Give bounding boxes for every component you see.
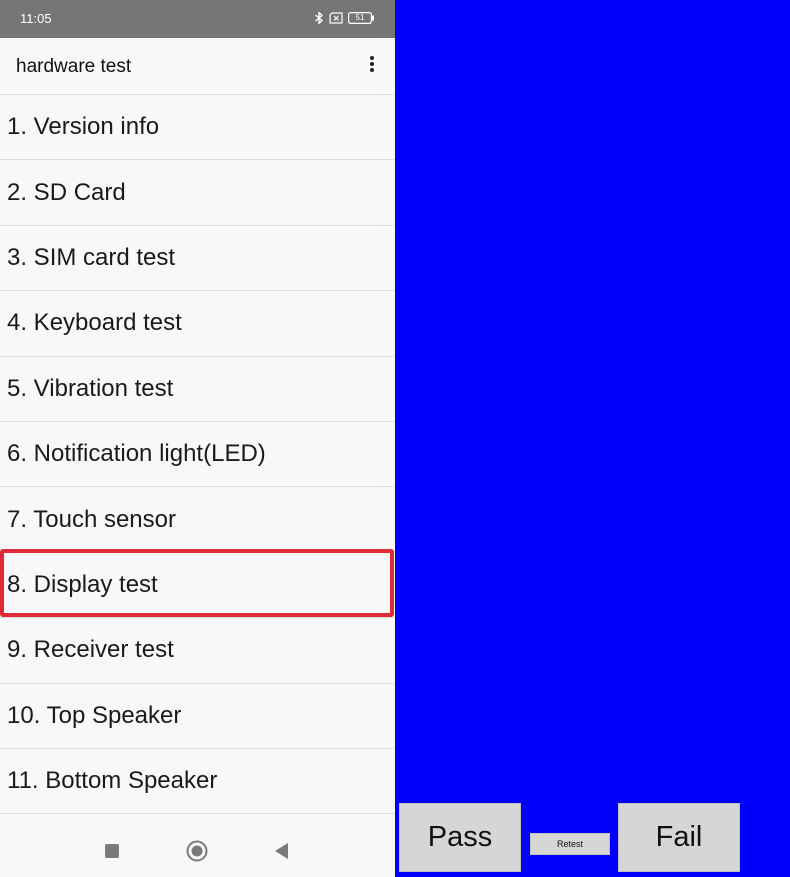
- test-item-label: 5. Vibration test: [7, 374, 174, 402]
- fail-button[interactable]: Fail: [618, 803, 740, 872]
- test-item-label: 10. Top Speaker: [7, 701, 182, 729]
- status-icons: 51: [314, 10, 375, 26]
- test-list: 1. Version info 2. SD Card 3. SIM card t…: [0, 95, 395, 815]
- test-item-touch-sensor[interactable]: 7. Touch sensor: [0, 487, 395, 553]
- overflow-menu-button[interactable]: [358, 52, 386, 80]
- test-item-notification-light[interactable]: 6. Notification light(LED): [0, 422, 395, 488]
- home-circle-icon: [186, 840, 208, 867]
- test-item-label: 7. Touch sensor: [7, 505, 176, 533]
- test-item-keyboard-test[interactable]: 4. Keyboard test: [0, 291, 395, 357]
- test-item-top-speaker[interactable]: 10. Top Speaker: [0, 684, 395, 749]
- recents-button[interactable]: [99, 840, 125, 866]
- test-item-bottom-speaker[interactable]: 11. Bottom Speaker: [0, 749, 395, 815]
- navigation-bar: [0, 828, 395, 877]
- test-item-version-info[interactable]: 1. Version info: [0, 95, 395, 161]
- test-item-sd-card[interactable]: 2. SD Card: [0, 160, 395, 226]
- display-test-highlight-box: [0, 549, 394, 617]
- no-sim-icon: [329, 12, 343, 24]
- status-time: 11:05: [20, 11, 52, 26]
- test-item-vibration-test[interactable]: 5. Vibration test: [0, 357, 395, 422]
- test-item-label: 2. SD Card: [7, 178, 126, 206]
- bluetooth-icon: [314, 11, 324, 25]
- test-item-label: 6. Notification light(LED): [7, 440, 266, 468]
- test-item-label: 11. Bottom Speaker: [7, 767, 218, 795]
- home-button[interactable]: [184, 840, 210, 866]
- battery-level: 51: [355, 13, 365, 22]
- more-vert-icon: [369, 55, 375, 78]
- back-button[interactable]: [269, 840, 295, 866]
- display-test-color-screen: Pass Retest Fail: [395, 0, 790, 877]
- back-triangle-icon: [275, 842, 289, 864]
- test-item-label: 4. Keyboard test: [7, 309, 182, 337]
- test-item-sim-card-test[interactable]: 3. SIM card test: [0, 226, 395, 292]
- battery-icon: 51: [348, 12, 375, 24]
- pass-button[interactable]: Pass: [399, 803, 521, 872]
- test-item-label: 3. SIM card test: [7, 243, 176, 271]
- test-item-label: 9. Receiver test: [7, 636, 174, 664]
- recents-square-icon: [105, 843, 119, 863]
- status-bar: 11:05 51: [0, 0, 395, 38]
- hardware-test-screen: 11:05 51 hardware test 1. Version info 2…: [0, 0, 395, 877]
- app-title: hardware test: [16, 56, 132, 77]
- app-bar: hardware test: [0, 38, 395, 95]
- test-item-receiver-test[interactable]: 9. Receiver test: [0, 618, 395, 684]
- retest-button[interactable]: Retest: [530, 833, 610, 855]
- test-item-label: 1. Version info: [7, 113, 160, 141]
